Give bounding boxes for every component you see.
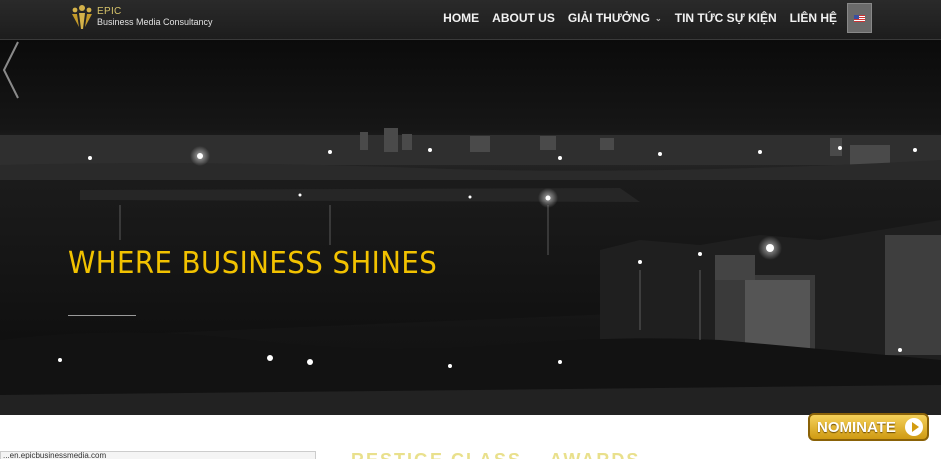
nav-contact[interactable]: LIÊN HỆ [790,11,837,25]
logo-line1: EPIC [97,6,122,17]
nav-about-us[interactable]: ABOUT US [492,11,555,25]
nominate-button[interactable]: NOMINATE [808,413,929,441]
hero-slider: WHERE BUSINESS SHINES [0,40,941,415]
section-heading: ...RESTIGE CLASS... AWARDS... [330,450,661,459]
epic-logo-icon [72,5,92,29]
hero-divider [68,315,136,316]
us-flag-icon [854,14,865,22]
hero-title: WHERE BUSINESS SHINES [68,246,438,281]
nominate-label: NOMINATE [817,418,896,436]
nav-contact-label: LIÊN HỆ [789,11,837,25]
nav-awards[interactable]: GIẢI THƯỞNG ⌄ [568,11,662,25]
play-icon [905,418,923,436]
chevron-down-icon: ⌄ [655,13,662,23]
chevron-left-icon[interactable] [0,40,22,100]
city-night-image [0,128,941,415]
nav-news-events[interactable]: TIN TỨC SỰ KIỆN [675,11,777,25]
site-header: EPIC Business Media Consultancy HOME ABO… [0,0,941,40]
nav-awards-label: GIẢI THƯỞNG [567,11,651,25]
logo-line2: Business Media Consultancy [97,17,213,27]
nav-about-label: ABOUT US [492,11,555,25]
logo-text: EPIC Business Media Consultancy [97,6,213,28]
language-switcher[interactable] [847,3,872,33]
nav-news-label: TIN TỨC SỰ KIỆN [674,11,777,25]
nav-home[interactable]: HOME [443,11,479,25]
status-bar-url: ...en.epicbusinessmedia.com [0,451,316,459]
nav-home-label: HOME [443,11,480,25]
logo[interactable]: EPIC Business Media Consultancy [70,2,213,32]
main-nav: HOME ABOUT US GIẢI THƯỞNG ⌄ TIN TỨC SỰ KI… [430,0,837,36]
